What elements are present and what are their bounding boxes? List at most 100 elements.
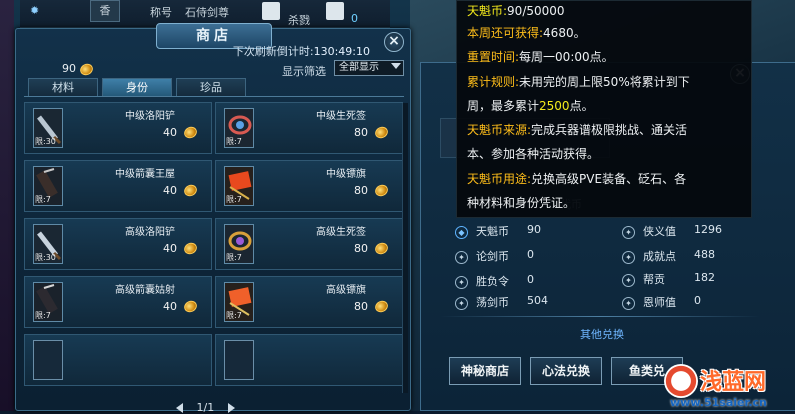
tooltip-line: 天魁币:90/50000 (467, 4, 565, 18)
item-name: 高级箭囊姑射 (115, 285, 175, 296)
shop-item[interactable]: 限:30 高级洛阳铲 40 (24, 218, 212, 270)
mystery-shop-button[interactable]: 神秘商店 (449, 357, 521, 385)
dangjian-coin-icon: ✦ (455, 296, 468, 310)
stat-label: 成就点 (643, 250, 676, 263)
skill-exchange-button[interactable]: 心法兑换 (530, 357, 602, 385)
stat-value: 1296 (694, 223, 722, 236)
item-price: 40 (163, 184, 177, 197)
coin-icon (182, 182, 199, 199)
shovel-icon[interactable]: 限:30 (33, 224, 63, 264)
shop-item[interactable]: 限:7 中级生死签 80 (215, 102, 403, 154)
tab-incense[interactable]: 香 (90, 0, 120, 22)
stat-value: 488 (694, 248, 715, 261)
item-limit: 限:30 (35, 137, 56, 146)
divider (440, 316, 760, 317)
left-edge-strip (0, 0, 14, 411)
empty-slot (224, 340, 254, 380)
shop-item[interactable]: 限:7 高级镖旗 80 (215, 276, 403, 328)
stat-mentor: ✦ 恩师值 0 (622, 294, 701, 310)
tab-identity[interactable]: 身份 (102, 78, 172, 96)
stat-label: 帮贡 (643, 273, 665, 286)
item-name: 中级箭囊王屋 (115, 169, 175, 180)
charm-icon[interactable]: 限:7 (224, 108, 254, 148)
tooltip-line: 本周还可获得:4680。 (467, 26, 586, 40)
title-value: 石侍剑尊 (185, 6, 229, 19)
tiankui-coin-icon: ◆ (455, 225, 468, 239)
shop-window: 商店 × 下次刷新倒计时:130:49:10 90 显示筛选 全部显示 材料 身… (15, 23, 411, 414)
shop-item[interactable]: 限:7 中级镖旗 80 (215, 160, 403, 212)
quiver-icon[interactable]: 限:7 (33, 166, 63, 206)
kill-label: 杀戮 (288, 14, 310, 27)
tab-materials[interactable]: 材料 (28, 78, 98, 96)
coin-icon (182, 240, 199, 257)
stat-achievement: ✦ 成就点 488 (622, 248, 715, 264)
item-price: 80 (354, 300, 368, 313)
refresh-countdown: 下次刷新倒计时:130:49:10 (233, 43, 370, 59)
stat-label: 胜负令 (476, 275, 509, 288)
shop-item[interactable]: 限:30 中级洛阳铲 40 (24, 102, 212, 154)
currency-amount: 90 (62, 62, 76, 75)
tooltip-line: 天魁币来源:完成兵器谱极限挑战、通关活 (467, 123, 688, 137)
shop-item[interactable]: 限:7 高级生死签 80 (215, 218, 403, 270)
item-limit: 限:7 (226, 195, 242, 204)
watermark-text: 浅蓝网 (700, 370, 767, 395)
item-name: 高级生死签 (316, 227, 366, 238)
kill-value: 0 (351, 12, 358, 25)
stat-value: 0 (694, 294, 701, 307)
site-watermark: 浅蓝网 www.51saier.cn (650, 362, 790, 410)
stat-label: 荡剑币 (476, 296, 509, 309)
tooltip-line: 累计规则:未用完的周上限50%将累计到下 (467, 75, 690, 89)
banner-icon[interactable]: 限:7 (224, 282, 254, 322)
item-price: 40 (163, 126, 177, 139)
prev-page-icon[interactable] (176, 403, 183, 413)
stat-xiayi: ✦ 侠义值 1296 (622, 223, 722, 239)
watermark-url: www.51saier.cn (670, 396, 767, 409)
lunjian-coin-icon: ✦ (455, 250, 468, 264)
record-icon[interactable] (326, 2, 344, 20)
shovel-icon[interactable]: 限:30 (33, 108, 63, 148)
xiayi-icon: ✦ (622, 225, 635, 239)
stat-lunjian: ✦ 论剑币 0 (455, 248, 534, 264)
shop-item[interactable]: 限:7 中级箭囊王屋 40 (24, 160, 212, 212)
stat-value: 90 (527, 223, 541, 236)
currency-tooltip: 天魁币:90/50000 本周还可获得:4680。 重置时间:每周一00:00点… (456, 0, 752, 218)
filter-value: 全部显示 (339, 62, 379, 73)
charm-icon[interactable]: 限:7 (224, 224, 254, 264)
mentor-icon: ✦ (622, 296, 635, 310)
coin-icon (182, 124, 199, 141)
item-price: 40 (163, 300, 177, 313)
item-name: 中级洛阳铲 (125, 111, 175, 122)
filter-dropdown[interactable]: 全部显示 (334, 60, 404, 76)
chevron-down-icon (391, 63, 401, 69)
shop-close-button[interactable]: × (384, 32, 404, 52)
stat-label: 侠义值 (643, 225, 676, 238)
other-exchange-link[interactable]: 其他兑换 (580, 326, 624, 342)
tooltip-line: 周，最多累计2500点。 (467, 99, 594, 113)
filter-label: 显示筛选 (282, 65, 326, 78)
coin-icon (77, 61, 95, 77)
tooltip-line: 天魁币用途:兑换高级PVE装备、砭石、各 (467, 172, 687, 186)
shengfu-token-icon: ✦ (455, 275, 468, 289)
item-price: 40 (163, 242, 177, 255)
item-name: 中级镖旗 (326, 169, 366, 180)
stat-shengfu: ✦ 胜负令 0 (455, 273, 534, 289)
stat-label: 论剑币 (476, 250, 509, 263)
page-number: 1/1 (196, 401, 215, 414)
settings-gear-icon[interactable]: ✹ (30, 4, 39, 17)
scrollbar[interactable] (402, 103, 408, 393)
quiver-icon[interactable]: 限:7 (33, 282, 63, 322)
item-limit: 限:7 (226, 311, 242, 320)
empty-slot (33, 340, 63, 380)
tab-treasures[interactable]: 珍品 (176, 78, 246, 96)
shop-item[interactable]: 限:7 高级箭囊姑射 40 (24, 276, 212, 328)
pagination: 1/1 (176, 401, 235, 414)
stat-label: 天魁币 (476, 225, 509, 238)
list-icon[interactable] (262, 2, 280, 20)
next-page-icon[interactable] (227, 403, 235, 413)
stat-tiankui: ◆ 天魁币 90 (455, 223, 541, 239)
item-limit: 限:7 (35, 195, 51, 204)
item-name: 中级生死签 (316, 111, 366, 122)
banner-icon[interactable]: 限:7 (224, 166, 254, 206)
item-price: 80 (354, 184, 368, 197)
stat-dangjian: ✦ 荡剑币 504 (455, 294, 548, 310)
